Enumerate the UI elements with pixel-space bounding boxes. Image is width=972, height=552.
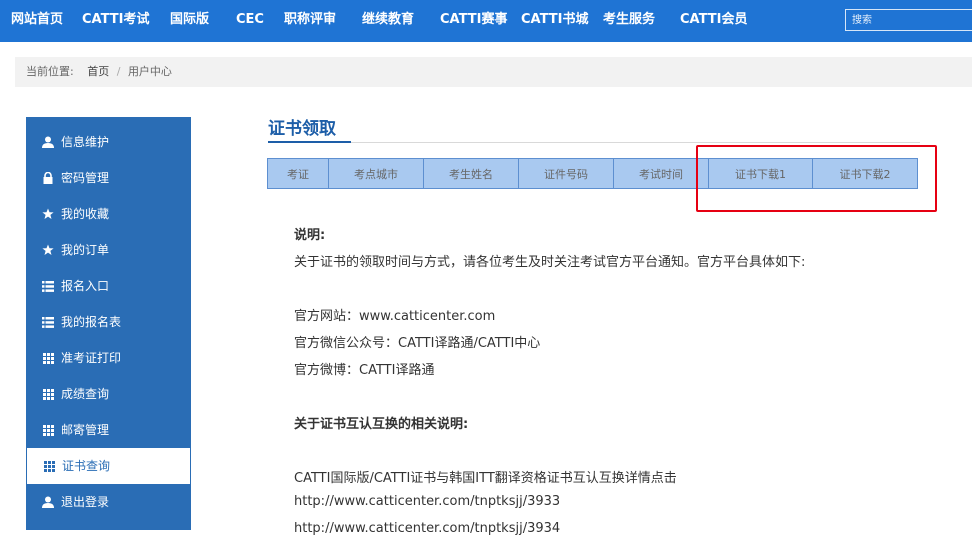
mutual-recognition-link-2[interactable]: http://www.catticenter.com/tnptksjj/3934 [294,521,560,536]
notes-heading: 说明: [294,228,326,243]
sidebar-item-label: 准考证打印 [61,351,122,365]
nav-cec[interactable]: CEC [236,0,264,42]
top-nav: 网站首页 CATTI考试 国际版 CEC 职称评审 继续教育 CATTI赛事 C… [0,0,972,42]
sidebar-item-info[interactable]: 信息维护 [26,124,191,160]
sidebar-item-label: 信息维护 [61,135,110,149]
official-website-text: 官方网站：www.catticenter.com [294,309,496,324]
title-divider [351,142,920,143]
sidebar-item-favorites[interactable]: 我的收藏 [26,196,191,232]
sidebar-item-label: 退出登录 [61,495,110,509]
breadcrumb-separator: / [116,65,121,78]
sidebar-item-score-query[interactable]: 成绩查询 [26,376,191,412]
sidebar-item-label: 证书查询 [62,459,111,473]
mutual-recognition-heading: 关于证书互认互换的相关说明: [294,417,469,432]
page-title: 证书领取 [268,119,336,139]
user-icon [41,484,55,520]
sidebar-item-password[interactable]: 密码管理 [26,160,191,196]
sidebar-item-my-registration-form[interactable]: 我的报名表 [26,304,191,340]
breadcrumb-current: 用户中心 [127,65,172,78]
official-wechat-text: 官方微信公众号：CATTI译路通/CATTI中心 [294,336,541,351]
list-icon [41,268,55,304]
sidebar-item-certificate-query[interactable]: 证书查询 [27,448,190,484]
table-header-cell: 证件号码 [518,158,614,189]
nav-candidate-services[interactable]: 考生服务 [603,0,655,42]
table-header-cell: 考证 [267,158,329,189]
sidebar-item-registration[interactable]: 报名入口 [26,268,191,304]
user-icon [41,124,55,160]
nav-catti-member[interactable]: CATTI会员 [680,0,747,42]
nav-catti-bookstore[interactable]: CATTI书城 [521,0,588,42]
sidebar: 信息维护 密码管理 我的收藏 我的订单 报名入口 我的报名表 准考证打印 成绩查… [26,117,191,530]
mutual-recognition-link-1[interactable]: http://www.catticenter.com/tnptksjj/3933 [294,494,560,509]
highlight-annotation-box [696,145,937,212]
table-header-cell: 考点城市 [328,158,424,189]
nav-international[interactable]: 国际版 [170,0,209,42]
star-icon [41,196,55,232]
sidebar-item-logout[interactable]: 退出登录 [26,484,191,520]
search-input[interactable] [845,9,972,31]
lock-icon [41,160,55,196]
star-icon [41,232,55,268]
title-underline [268,141,351,143]
sidebar-item-label: 密码管理 [61,171,110,185]
table-header-cell: 考试时间 [613,158,709,189]
nav-title-review[interactable]: 职称评审 [284,0,336,42]
mutual-recognition-text: CATTI国际版/CATTI证书与韩国ITT翻译资格证书互认互换详情点击 [294,471,677,486]
sidebar-item-admission-ticket[interactable]: 准考证打印 [26,340,191,376]
nav-continuing-education[interactable]: 继续教育 [362,0,414,42]
breadcrumb: 当前位置: 首页 / 用户中心 [15,57,972,87]
nav-catti-competition[interactable]: CATTI赛事 [440,0,507,42]
sidebar-item-label: 我的报名表 [61,315,122,329]
breadcrumb-prefix: 当前位置: [26,65,74,78]
official-weibo-text: 官方微博：CATTI译路通 [294,363,435,378]
grid-icon [42,448,56,484]
nav-catti-exam[interactable]: CATTI考试 [82,0,149,42]
list-icon [41,304,55,340]
breadcrumb-home-link[interactable]: 首页 [87,65,109,78]
table-header-cell: 考生姓名 [423,158,519,189]
sidebar-item-label: 成绩查询 [61,387,110,401]
sidebar-item-label: 邮寄管理 [61,423,110,437]
nav-home[interactable]: 网站首页 [11,0,63,42]
sidebar-item-label: 我的收藏 [61,207,110,221]
grid-icon [41,340,55,376]
sidebar-item-mailing[interactable]: 邮寄管理 [26,412,191,448]
grid-icon [41,376,55,412]
notes-intro: 关于证书的领取时间与方式，请各位考生及时关注考试官方平台通知。官方平台具体如下: [294,255,806,270]
grid-icon [41,412,55,448]
sidebar-item-orders[interactable]: 我的订单 [26,232,191,268]
sidebar-item-label: 报名入口 [61,279,110,293]
sidebar-item-label: 我的订单 [61,243,110,257]
